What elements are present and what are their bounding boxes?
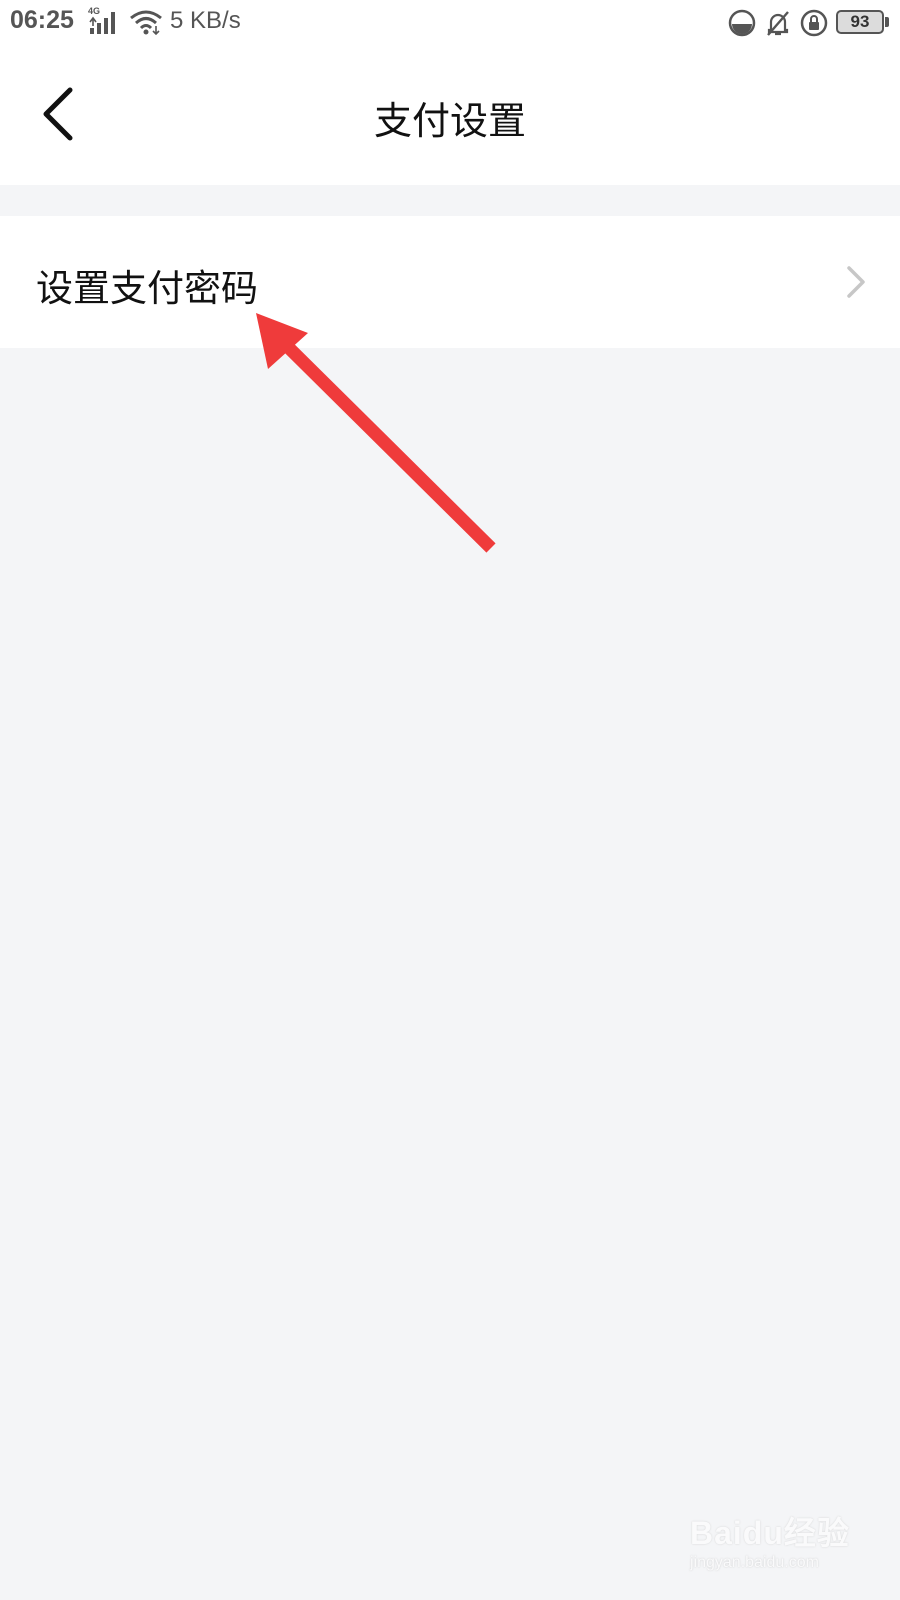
- wifi-icon: [130, 10, 162, 36]
- status-bar: 06:25 4G 5 KB/s 93: [0, 0, 900, 46]
- watermark-brand: Baidu经验: [690, 1515, 850, 1551]
- bell-muted-icon: [767, 11, 789, 36]
- battery-icon: 93: [836, 10, 884, 34]
- watermark-url: jingyan.baidu.com: [690, 1554, 819, 1571]
- set-payment-password-item[interactable]: 设置支付密码: [0, 216, 900, 348]
- signal-icon: [89, 12, 115, 34]
- page-title: 支付设置: [373, 99, 526, 143]
- rotation-lock-icon: [800, 9, 828, 37]
- battery-level: 93: [850, 12, 870, 31]
- status-time: 06:25: [10, 6, 74, 34]
- chevron-right-icon: [847, 266, 865, 298]
- battery-tip: [885, 17, 889, 27]
- header-bar: 支付设置: [0, 46, 900, 185]
- network-speed: 5 KB/s: [170, 7, 241, 34]
- data-saver-icon: [728, 9, 756, 37]
- baidu-watermark: Baidu经验 jingyan.baidu.com: [690, 1500, 890, 1590]
- list-item-label: 设置支付密码: [36, 267, 258, 310]
